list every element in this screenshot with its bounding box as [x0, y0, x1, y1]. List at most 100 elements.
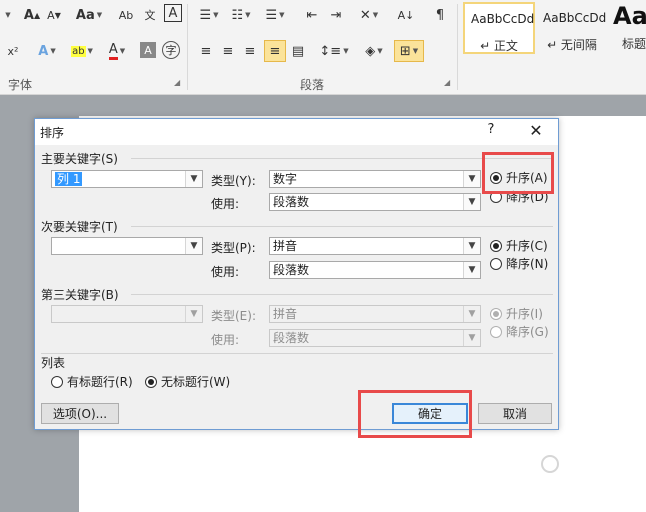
list-label: 列表 [41, 356, 66, 370]
group-separator [457, 4, 458, 90]
highlight-color-icon[interactable]: ab ▼ [68, 40, 96, 62]
ribbon: ▼ A ▲ A ▼ Aa ▼ Ab 文 A x² A ▼ ab ▼ A ▼ A 字 字体 ◢… [0, 0, 646, 95]
dialog-titlebar[interactable]: 排序 ? ✕ [35, 119, 558, 145]
options-button[interactable]: 选项(O)... [41, 403, 119, 424]
align-center-icon[interactable]: ≡ [218, 40, 238, 62]
increase-indent-icon[interactable]: ⇥ [326, 4, 346, 26]
decrease-indent-icon[interactable]: ⇤ [302, 4, 322, 26]
no-header-row-radio[interactable]: 无标题行(W) [145, 373, 230, 390]
line-spacing-icon[interactable]: ↕≡ ▼ [319, 40, 348, 62]
font-color-icon[interactable]: A ▼ [104, 40, 130, 62]
style-normal-sample: AaBbCcDd [471, 12, 535, 26]
tertiary-key-select: ▼ [51, 305, 203, 323]
justify-icon[interactable]: ≡ [264, 40, 286, 62]
distributed-icon[interactable]: ▤ [288, 40, 308, 62]
char-border-icon[interactable]: A [164, 4, 182, 22]
align-right-icon[interactable]: ≡ [240, 40, 260, 62]
tertiary-use-value: 段落数 [273, 331, 310, 345]
highlight-box-ok [358, 390, 472, 438]
chevron-down-icon: ▼ [463, 330, 480, 346]
shrink-font-icon[interactable]: A ▼ [44, 4, 64, 26]
help-button[interactable]: ? [481, 122, 501, 142]
radio-dot[interactable] [145, 375, 157, 388]
borders-icon[interactable]: ⊞ ▼ [394, 40, 424, 62]
sort-icon[interactable]: A↓ [396, 4, 416, 26]
show-marks-icon[interactable]: ¶ [430, 4, 450, 26]
style-normal-name: ↵ 正文 [480, 39, 518, 53]
align-left-icon[interactable]: ≡ [196, 40, 216, 62]
radio-dot [490, 307, 502, 320]
no-header-row-label: 无标题行(W) [161, 375, 231, 389]
radio-dot[interactable] [490, 239, 502, 252]
char-shading-icon[interactable]: A [140, 42, 156, 58]
radio-dot[interactable] [51, 375, 63, 388]
secondary-descending-radio[interactable]: 降序(N) [490, 255, 548, 272]
primary-use-label: 使用: [211, 197, 240, 211]
secondary-key-label: 次要关键字(T) [41, 220, 118, 234]
chevron-down-icon[interactable]: ▼ [463, 238, 480, 254]
chevron-down-icon[interactable]: ▼ [185, 171, 202, 187]
secondary-ascending-label: 升序(C) [506, 239, 548, 253]
style-heading-sample[interactable]: Aa [613, 2, 646, 30]
secondary-type-label: 类型(P): [211, 241, 256, 255]
style-normal[interactable]: AaBbCcDd ↵ 正文 [463, 2, 535, 54]
watermark-text: 经验 [562, 457, 587, 472]
has-header-row-radio[interactable]: 有标题行(R) [51, 373, 133, 390]
chinese-layout-icon[interactable]: ✕ ▼ [356, 4, 382, 26]
change-case-icon[interactable]: Aa ▼ [76, 4, 102, 26]
numbering-icon[interactable]: ☷ ▼ [228, 4, 254, 26]
secondary-type-select[interactable]: 拼音 ▼ [269, 237, 481, 255]
superscript-icon[interactable]: x² [4, 40, 22, 62]
chevron-down-icon[interactable]: ▼ [185, 238, 202, 254]
style-no-spacing-sample: AaBbCcDd [543, 11, 607, 25]
primary-type-label: 类型(Y): [211, 174, 256, 188]
chevron-down-icon[interactable]: ▼ [463, 171, 480, 187]
style-no-spacing[interactable]: AaBbCcDd ↵ 无间隔 [536, 2, 608, 54]
secondary-type-value: 拼音 [273, 239, 298, 253]
primary-key-value: 列 1 [55, 172, 83, 186]
font-group-label: 字体 [8, 78, 33, 92]
primary-key-label: 主要关键字(S) [41, 152, 118, 166]
secondary-use-value: 段落数 [273, 263, 310, 277]
style-heading-name: 标题 [622, 37, 646, 51]
tertiary-descending-label: 降序(G) [506, 325, 549, 339]
secondary-use-select[interactable]: 段落数 ▼ [269, 261, 481, 279]
watermark-logo-icon [541, 455, 559, 473]
group-separator [187, 4, 188, 90]
secondary-ascending-radio[interactable]: 升序(C) [490, 237, 548, 254]
chevron-down-icon[interactable]: ▼ [463, 194, 480, 210]
cancel-button[interactable]: 取消 [478, 403, 552, 424]
primary-use-value: 段落数 [273, 195, 310, 209]
font-size-dropdown-arrow[interactable]: ▼ [0, 4, 14, 26]
tertiary-ascending-radio: 升序(I) [490, 305, 543, 322]
bullets-icon[interactable]: ☰ ▼ [196, 4, 222, 26]
enclose-char-icon[interactable]: 字 [162, 41, 180, 59]
primary-type-value: 数字 [273, 172, 298, 186]
shading-icon[interactable]: ◈ ▼ [360, 40, 388, 62]
chevron-down-icon[interactable]: ▼ [463, 262, 480, 278]
radio-dot[interactable] [490, 257, 502, 270]
tertiary-type-select: 拼音 ▼ [269, 305, 481, 323]
primary-key-select[interactable]: 列 1 ▼ [51, 170, 203, 188]
primary-type-select[interactable]: 数字 ▼ [269, 170, 481, 188]
close-button[interactable]: ✕ [525, 121, 547, 143]
multilevel-list-icon[interactable]: ☰ ▼ [262, 4, 288, 26]
secondary-use-label: 使用: [211, 265, 240, 279]
tertiary-use-label: 使用: [211, 333, 240, 347]
font-dialog-launcher-icon[interactable]: ◢ [174, 78, 180, 87]
grow-font-icon[interactable]: A ▲ [22, 4, 42, 26]
paragraph-dialog-launcher-icon[interactable]: ◢ [444, 78, 450, 87]
tertiary-type-label: 类型(E): [211, 309, 256, 323]
clear-format-icon[interactable]: Ab [116, 4, 136, 26]
divider [131, 226, 553, 227]
divider [41, 353, 553, 354]
secondary-descending-label: 降序(N) [506, 257, 549, 271]
secondary-key-select[interactable]: ▼ [51, 237, 203, 255]
paragraph-group-label: 段落 [300, 78, 325, 92]
phonetic-guide-icon[interactable]: 文 [140, 4, 160, 26]
chevron-down-icon: ▼ [463, 306, 480, 322]
text-effects-icon[interactable]: A ▼ [36, 40, 58, 62]
tertiary-key-label: 第三关键字(B) [41, 288, 119, 302]
primary-use-select[interactable]: 段落数 ▼ [269, 193, 481, 211]
tertiary-ascending-label: 升序(I) [506, 307, 543, 321]
